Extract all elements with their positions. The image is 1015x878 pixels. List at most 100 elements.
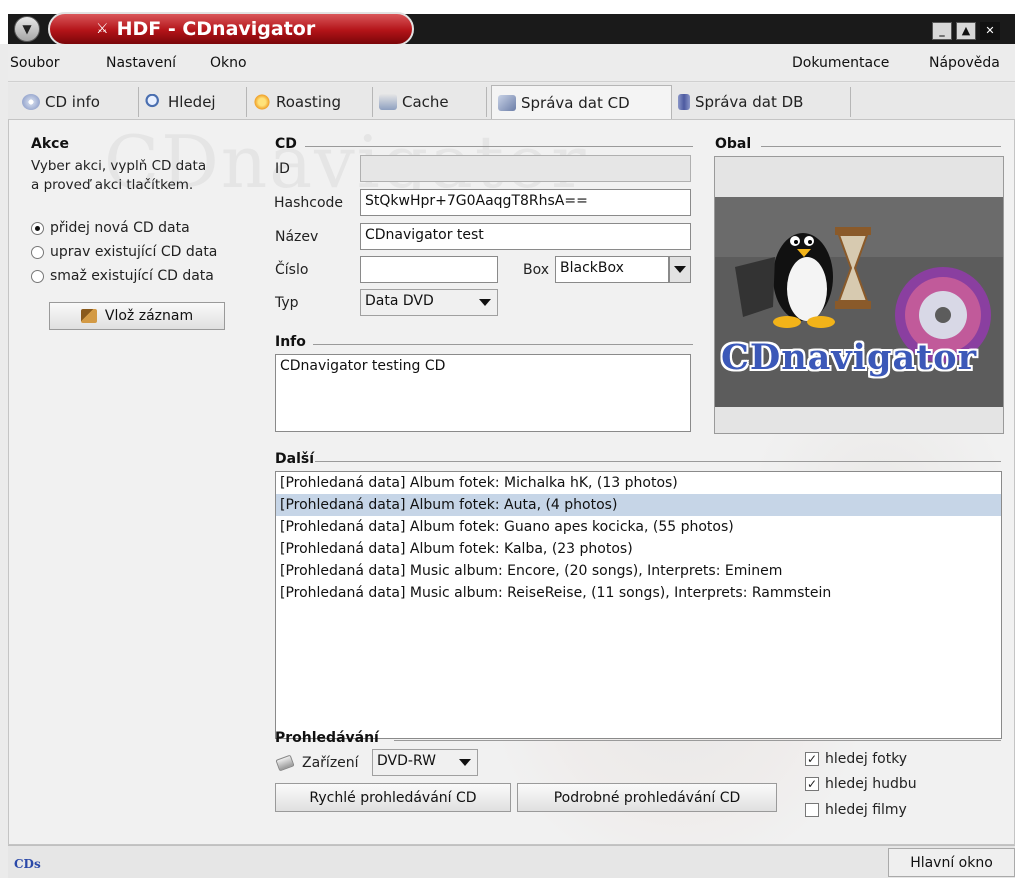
- status-bar: CDs Hlavní okno: [8, 845, 1015, 878]
- tab-label: CD info: [45, 93, 100, 111]
- checkbox-label: hledej hudbu: [825, 776, 917, 792]
- tab-roasting[interactable]: Roasting: [253, 87, 373, 117]
- typ-select[interactable]: Data DVD: [360, 289, 498, 316]
- cover-image: CDnavigator: [715, 197, 1003, 407]
- radio-dot: [31, 221, 44, 235]
- check-hledej-hudbu[interactable]: ✓ hledej hudbu: [805, 776, 917, 792]
- window-menu-button[interactable]: ▼: [14, 16, 40, 42]
- cds-logo: CDs: [14, 857, 41, 871]
- tab-cd-info[interactable]: CD info: [22, 87, 139, 117]
- database-icon: [678, 94, 690, 110]
- tab-label: Správa dat DB: [695, 93, 804, 111]
- minimize-button[interactable]: _: [932, 22, 952, 40]
- tab-hledej[interactable]: Hledej: [145, 87, 247, 117]
- list-item-selected[interactable]: [Prohledaná data] Album fotek: Auta, (4 …: [276, 494, 1001, 516]
- zarizeni-select[interactable]: DVD-RW: [372, 749, 478, 776]
- radio-uprav[interactable]: uprav existující CD data: [31, 244, 217, 260]
- tab-cache[interactable]: Cache: [379, 87, 487, 117]
- zarizeni-label: Zařízení: [302, 755, 359, 771]
- typ-value: Data DVD: [365, 293, 434, 309]
- info-title: Info: [275, 334, 306, 350]
- maximize-button[interactable]: ▲: [956, 22, 976, 40]
- list-item[interactable]: [Prohledaná data] Album fotek: Michalka …: [276, 472, 1001, 494]
- chevron-down-icon: ▼: [22, 22, 32, 36]
- cover-image-panel[interactable]: CDnavigator: [714, 156, 1004, 434]
- disk-drive-icon: [275, 754, 295, 772]
- menu-nastaveni[interactable]: Nastavení: [106, 55, 176, 71]
- checkbox-unchecked-icon: [805, 803, 819, 817]
- check-hledej-filmy[interactable]: hledej filmy: [805, 802, 907, 818]
- prohledavani-title: Prohledávání: [275, 730, 379, 746]
- info-divider: [313, 344, 693, 345]
- menu-okno[interactable]: Okno: [210, 55, 247, 71]
- nazev-field[interactable]: CDnavigator test: [360, 223, 691, 250]
- box-select[interactable]: BlackBox: [555, 256, 669, 283]
- close-button[interactable]: ✕: [980, 22, 1000, 40]
- chevron-down-icon: [479, 299, 491, 306]
- window-title-pill: ⚔ HDF - CDnavigator: [48, 12, 414, 46]
- id-field[interactable]: [360, 155, 691, 182]
- cd-title: CD: [275, 136, 297, 152]
- cislo-field[interactable]: [360, 256, 498, 283]
- hlavni-okno-button[interactable]: Hlavní okno: [888, 848, 1015, 877]
- checkbox-label: hledej fotky: [825, 751, 908, 767]
- zarizeni-value: DVD-RW: [377, 753, 436, 769]
- radio-label: uprav existující CD data: [50, 244, 218, 260]
- cache-icon: [379, 94, 397, 110]
- info-textarea[interactable]: CDnavigator testing CD: [275, 354, 691, 432]
- hashcode-label: Hashcode: [274, 195, 344, 211]
- tab-label: Cache: [402, 93, 449, 111]
- obal-title: Obal: [715, 136, 752, 152]
- magnifier-icon: [145, 94, 163, 110]
- dalsi-list[interactable]: [Prohledaná data] Album fotek: Michalka …: [275, 471, 1002, 739]
- title-bar: ▼ ⚔ HDF - CDnavigator _ ▲ ✕: [0, 0, 1015, 46]
- radio-pridej[interactable]: přidej nová CD data: [31, 220, 190, 236]
- prohledavani-divider: [394, 740, 1001, 741]
- tab-sprava-dat-cd[interactable]: Správa dat CD: [491, 85, 672, 119]
- akce-description-1: Vyber akci, vyplň CD data: [31, 158, 207, 174]
- vloz-zaznam-button[interactable]: Vlož záznam: [49, 302, 225, 330]
- radio-smaz[interactable]: smaž existující CD data: [31, 268, 214, 284]
- app-icon: ⚔: [96, 21, 109, 37]
- cd-divider: [305, 146, 693, 147]
- button-label: Vlož záznam: [104, 308, 194, 324]
- dalsi-divider: [315, 461, 1001, 462]
- cislo-label: Číslo: [275, 262, 309, 278]
- akce-title: Akce: [31, 136, 69, 152]
- radio-label: smaž existující CD data: [50, 268, 214, 284]
- button-label: Podrobné prohledávání CD: [553, 789, 741, 806]
- app-window: ▼ ⚔ HDF - CDnavigator _ ▲ ✕ Soubor Nasta…: [0, 0, 1015, 878]
- id-label: ID: [275, 161, 290, 177]
- podrobne-prohledavani-button[interactable]: Podrobné prohledávání CD: [517, 783, 777, 812]
- hammer-icon: [80, 309, 97, 323]
- tab-label: Správa dat CD: [521, 93, 630, 112]
- menu-soubor[interactable]: Soubor: [10, 55, 60, 71]
- nazev-label: Název: [275, 229, 319, 245]
- radio-label: přidej nová CD data: [50, 220, 190, 236]
- tab-bar: CD info Hledej Roasting Cache Správa dat…: [8, 83, 1015, 119]
- flame-icon: [253, 94, 271, 110]
- list-item[interactable]: [Prohledaná data] Music album: Encore, (…: [276, 560, 1001, 582]
- list-item[interactable]: [Prohledaná data] Album fotek: Kalba, (2…: [276, 538, 1001, 560]
- content-panel: CDnavigator Akce Vyber akci, vyplň CD da…: [8, 119, 1015, 845]
- rychle-prohledavani-button[interactable]: Rychlé prohledávání CD: [275, 783, 511, 812]
- menu-bar: Soubor Nastavení Okno Dokumentace Nápově…: [8, 44, 1015, 82]
- window-title: HDF - CDnavigator: [116, 18, 316, 40]
- hashcode-field[interactable]: StQkwHpr+7G0AaqgT8RhsA==: [360, 189, 691, 216]
- tab-label: Hledej: [168, 93, 216, 111]
- check-hledej-fotky[interactable]: ✓ hledej fotky: [805, 751, 907, 767]
- tab-sprava-dat-db[interactable]: Správa dat DB: [678, 87, 851, 117]
- radio-dot: [31, 245, 44, 259]
- menu-dokumentace[interactable]: Dokumentace: [792, 55, 889, 71]
- cd-tools-icon: [498, 94, 516, 111]
- menu-napoveda[interactable]: Nápověda: [929, 55, 1000, 71]
- checkbox-checked-icon: ✓: [805, 752, 819, 766]
- list-item[interactable]: [Prohledaná data] Music album: ReiseReis…: [276, 582, 1001, 604]
- button-label: Rychlé prohledávání CD: [309, 789, 477, 806]
- close-icon: ✕: [985, 24, 995, 37]
- chevron-down-icon: [674, 266, 686, 273]
- maximize-icon: ▲: [961, 24, 971, 37]
- checkbox-label: hledej filmy: [825, 802, 907, 818]
- list-item[interactable]: [Prohledaná data] Album fotek: Guano ape…: [276, 516, 1001, 538]
- box-dropdown-button[interactable]: [669, 256, 691, 283]
